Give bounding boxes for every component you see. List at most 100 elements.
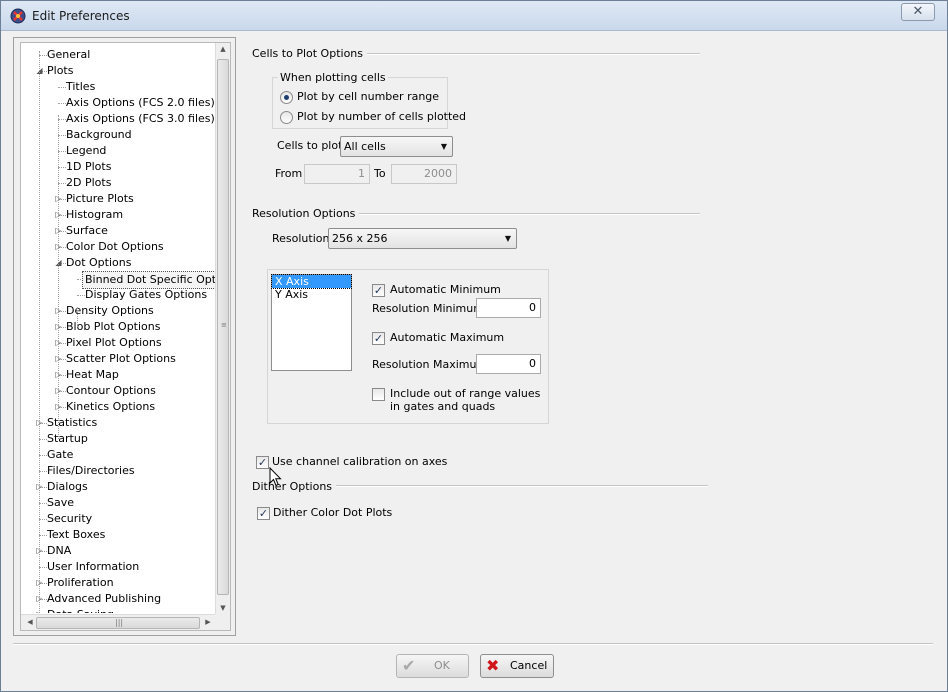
tree-item-label: Kinetics Options bbox=[66, 400, 156, 413]
to-field[interactable]: 2000 bbox=[391, 164, 457, 184]
tree-connector bbox=[77, 295, 85, 296]
tree-item-label: Picture Plots bbox=[66, 192, 134, 205]
close-button[interactable]: ✕ bbox=[901, 3, 935, 21]
title-bar: Edit Preferences ✕ bbox=[1, 1, 947, 31]
plot-by-number-label[interactable]: Plot by number of cells plotted bbox=[297, 110, 466, 123]
tree-item-label: Heat Map bbox=[66, 368, 119, 381]
category-tree[interactable]: General ◢ Plots Titles Axis Options (FCS 2.0… bbox=[20, 42, 231, 631]
ok-button[interactable]: ✔ OK bbox=[396, 654, 469, 678]
tree-item-label: 2D Plots bbox=[66, 176, 112, 189]
tree-item-label: General bbox=[47, 48, 91, 61]
scroll-right-icon[interactable]: ▶ bbox=[201, 618, 215, 626]
resolution-group-title: Resolution Options bbox=[252, 207, 360, 220]
plot-by-range-label[interactable]: Plot by cell number range bbox=[297, 90, 439, 103]
tree-vertical-scrollbar[interactable]: ▲ ≡ ▼ bbox=[215, 43, 230, 615]
close-icon: ✕ bbox=[912, 4, 924, 19]
channel-calibration-checkbox[interactable]: ✓ bbox=[256, 456, 269, 469]
tree-item-label: Advanced Publishing bbox=[47, 592, 162, 605]
tree-item-label: Dot Options bbox=[66, 256, 132, 269]
tree-item-label: Proliferation bbox=[47, 576, 114, 589]
resolution-value: 256 x 256 bbox=[332, 232, 388, 245]
tree-item-label: User Information bbox=[47, 560, 140, 573]
tree-guide-line bbox=[77, 307, 78, 327]
tree-connector bbox=[39, 439, 47, 440]
automatic-maximum-label[interactable]: Automatic Maximum bbox=[390, 331, 504, 344]
tree-connector bbox=[58, 183, 66, 184]
tree-vertical-scroll-thumb[interactable]: ≡ bbox=[217, 59, 229, 595]
axis-list[interactable]: X Axis Y Axis bbox=[271, 274, 352, 371]
when-plotting-label: When plotting cells bbox=[278, 71, 388, 84]
resolution-minimum-label: Resolution Minimum bbox=[372, 302, 484, 315]
cells-group-title: Cells to Plot Options bbox=[252, 47, 367, 60]
tree-connector bbox=[39, 455, 47, 456]
tree-connector bbox=[58, 151, 66, 152]
chevron-down-icon: ▼ bbox=[440, 142, 447, 151]
tree-item-label: 1D Plots bbox=[66, 160, 112, 173]
tree-connector bbox=[58, 167, 66, 168]
window-title: Edit Preferences bbox=[32, 9, 130, 23]
plot-by-range-radio[interactable] bbox=[280, 91, 293, 104]
tree-horizontal-scrollbar[interactable]: ◀ ||| ▶ bbox=[21, 614, 217, 630]
resolution-select[interactable]: 256 x 256 ▼ bbox=[328, 228, 517, 249]
tree-item-label: Color Dot Options bbox=[66, 240, 164, 253]
dither-color-dot-label[interactable]: Dither Color Dot Plots bbox=[273, 506, 392, 519]
tree-connector bbox=[58, 103, 66, 104]
tree-horizontal-scroll-thumb[interactable]: ||| bbox=[36, 617, 200, 629]
automatic-maximum-checkbox[interactable]: ✓ bbox=[372, 332, 385, 345]
scroll-corner bbox=[215, 614, 230, 630]
tree-item-label: Legend bbox=[66, 144, 107, 157]
cross-icon: ✖ bbox=[486, 656, 500, 675]
automatic-minimum-label[interactable]: Automatic Minimum bbox=[390, 283, 501, 296]
tree-item-label: Plots bbox=[47, 64, 74, 77]
tree-connector bbox=[58, 119, 66, 120]
tree-item-label: Density Options bbox=[66, 304, 154, 317]
from-field[interactable]: 1 bbox=[304, 164, 370, 184]
to-value: 2000 bbox=[424, 167, 452, 180]
checkmark-icon: ✔ bbox=[402, 656, 416, 675]
resolution-minimum-field[interactable]: 0 bbox=[476, 298, 541, 318]
scroll-down-icon[interactable]: ▼ bbox=[216, 604, 230, 612]
grip-icon: ||| bbox=[115, 618, 124, 627]
resolution-maximum-field[interactable]: 0 bbox=[476, 354, 541, 374]
tree-connector bbox=[39, 503, 47, 504]
scroll-left-icon[interactable]: ◀ bbox=[23, 618, 37, 626]
tree-item-label: Text Boxes bbox=[47, 528, 106, 541]
category-tree-panel: General ◢ Plots Titles Axis Options (FCS 2.0… bbox=[13, 37, 236, 636]
tree-connector bbox=[58, 87, 66, 88]
footer-divider bbox=[13, 643, 933, 645]
grip-icon: ≡ bbox=[221, 321, 227, 329]
include-out-of-range-label-line1[interactable]: Include out of range values bbox=[390, 387, 540, 400]
dither-color-dot-checkbox[interactable]: ✓ bbox=[257, 507, 270, 520]
axis-list-item-x[interactable]: X Axis bbox=[271, 274, 352, 289]
axis-list-item-y[interactable]: Y Axis bbox=[272, 288, 351, 301]
tree-connector bbox=[39, 519, 47, 520]
tree-connector bbox=[39, 535, 47, 536]
tree-guide-line bbox=[39, 51, 40, 613]
tree-item-label: Histogram bbox=[66, 208, 124, 221]
preferences-window: Edit Preferences ✕ General ◢ Plots Titles Ax… bbox=[0, 0, 948, 692]
channel-calibration-label[interactable]: Use channel calibration on axes bbox=[272, 455, 447, 468]
tree-guide-line bbox=[58, 115, 59, 439]
include-out-of-range-checkbox[interactable] bbox=[372, 388, 385, 401]
include-out-of-range-label-line2[interactable]: in gates and quads bbox=[390, 400, 495, 413]
cancel-button[interactable]: ✖ Cancel bbox=[480, 654, 554, 678]
scroll-up-icon[interactable]: ▲ bbox=[216, 45, 230, 53]
resolution-minimum-value: 0 bbox=[529, 301, 536, 314]
automatic-minimum-checkbox[interactable]: ✓ bbox=[372, 284, 385, 297]
tree-item-label: Gate bbox=[47, 448, 74, 461]
tree-item-label: Scatter Plot Options bbox=[66, 352, 176, 365]
tree-item-label: Pixel Plot Options bbox=[66, 336, 162, 349]
tree-connector bbox=[39, 567, 47, 568]
tree-item-label: Axis Options (FCS 3.0 files) bbox=[66, 112, 215, 125]
tree-item-label: Contour Options bbox=[66, 384, 156, 397]
resolution-label: Resolution bbox=[272, 232, 330, 245]
tree-item-label: Titles bbox=[66, 80, 96, 93]
cells-to-plot-select[interactable]: All cells ▼ bbox=[340, 136, 453, 157]
tree-item-label: Display Gates Options bbox=[85, 288, 208, 301]
tree-item-label: Dialogs bbox=[47, 480, 88, 493]
cancel-button-label: Cancel bbox=[510, 659, 548, 672]
plot-by-number-radio[interactable] bbox=[280, 111, 293, 124]
cells-to-plot-label: Cells to plot bbox=[277, 139, 343, 152]
chevron-down-icon: ▼ bbox=[504, 234, 511, 243]
tree-item-label: DNA bbox=[47, 544, 72, 557]
